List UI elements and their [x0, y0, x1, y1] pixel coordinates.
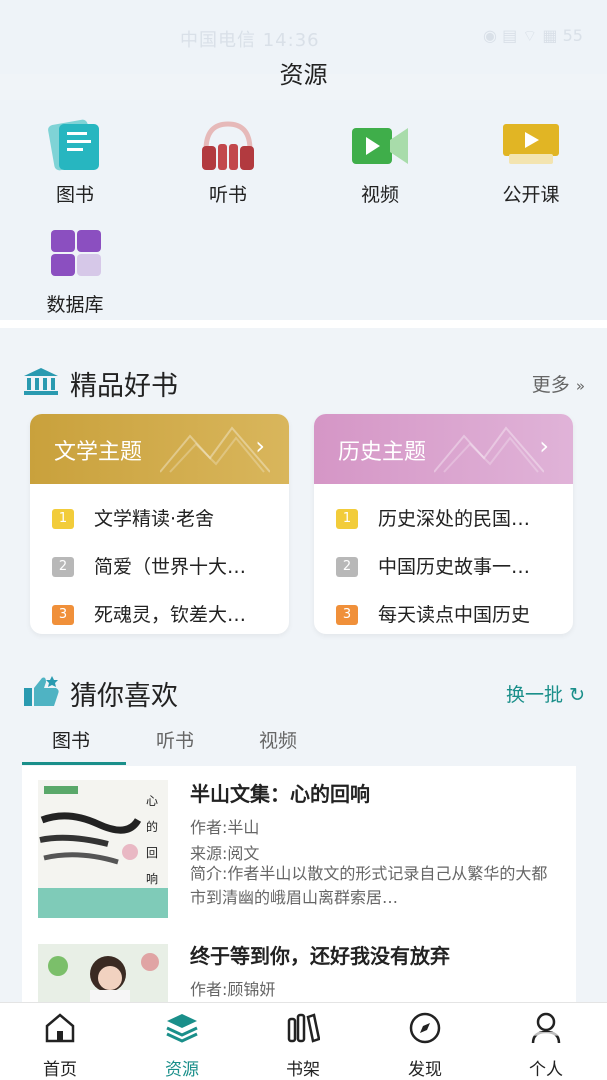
nav-label: 首页: [43, 1060, 77, 1080]
guess-header: 猜你喜欢 换一批 ↻: [22, 672, 585, 712]
nav-home[interactable]: 首页: [20, 1011, 100, 1080]
list-item[interactable]: 1 文学精读·老舍: [52, 504, 282, 534]
resource-item-audiobooks[interactable]: 听书: [173, 118, 283, 207]
refresh-button[interactable]: 换一批 ↻: [506, 680, 585, 707]
status-icons: ◉ ▤ ⌔ ▦ 55: [483, 26, 583, 45]
video-icon: [350, 118, 410, 174]
nav-label: 发现: [408, 1060, 442, 1080]
rank-badge: 2: [336, 557, 358, 577]
book-description: 简介:作者半山以散文的形式记录自己从繁华的大都市到清幽的峨眉山离群索居…: [190, 864, 548, 907]
list-item-text: 死魂灵，钦差大…: [94, 604, 247, 626]
book-item[interactable]: 终于等到你，还好我没有放弃 作者:顾锦妍: [22, 936, 576, 1006]
list-item[interactable]: 3 死魂灵，钦差大…: [52, 600, 282, 630]
book-cover-title: 心的回响: [146, 794, 159, 886]
theme-card-title: 文学主题: [54, 440, 143, 465]
list-item-text: 中国历史故事一…: [378, 556, 531, 578]
tab-videos[interactable]: 视频: [259, 726, 297, 753]
book-source: 来源:阅文: [190, 844, 260, 863]
resource-label: 听书: [208, 184, 247, 206]
list-item[interactable]: 2 简爱（世界十大…: [52, 552, 282, 582]
resource-item-database[interactable]: 数据库: [20, 228, 130, 317]
book-cover: [38, 944, 168, 1006]
featured-title: 精品好书: [70, 371, 178, 402]
resource-label: 图书: [55, 184, 94, 206]
compass-icon: [408, 1011, 442, 1045]
theme-card-literature[interactable]: 文学主题 › 1 文学精读·老舍 2 简爱（世界十大… 3 死魂灵，钦差大…: [30, 414, 289, 634]
page-title: 资源: [279, 61, 328, 89]
guess-title: 猜你喜欢: [70, 681, 178, 712]
list-item[interactable]: 3 每天读点中国历史: [336, 600, 566, 630]
open-course-icon: [501, 118, 561, 174]
theme-card-header[interactable]: 历史主题 ›: [314, 414, 573, 484]
chevron-right-icon: ›: [539, 432, 549, 460]
rank-badge: 3: [336, 605, 358, 625]
resource-label: 数据库: [46, 294, 104, 316]
more-label: 更多: [531, 374, 570, 396]
resource-label: 视频: [360, 184, 399, 206]
nav-label: 资源: [165, 1060, 199, 1080]
database-icon: [45, 228, 105, 284]
bookshelf-icon: [286, 1011, 321, 1045]
rank-badge: 3: [52, 605, 74, 625]
resource-grid: 图书 听书 视频 公开课 数据库: [0, 100, 607, 320]
theme-card-title: 历史主题: [338, 440, 427, 465]
book-cover: 心的回响: [38, 780, 168, 918]
book-author: 作者:顾锦妍: [190, 980, 276, 999]
book-author: 作者:半山: [190, 818, 260, 837]
featured-header: 精品好书 更多 »: [22, 362, 585, 402]
nav-bookshelf[interactable]: 书架: [263, 1011, 343, 1080]
nav-label: 书架: [286, 1060, 320, 1080]
resource-item-open-courses[interactable]: 公开课: [476, 118, 586, 207]
library-icon: [22, 366, 60, 400]
refresh-label: 换一批: [506, 684, 564, 706]
rank-badge: 2: [52, 557, 74, 577]
nav-resources[interactable]: 资源: [142, 1011, 222, 1080]
theme-card-header[interactable]: 文学主题 ›: [30, 414, 289, 484]
nav-discover[interactable]: 发现: [385, 1011, 465, 1080]
list-item[interactable]: 2 中国历史故事一…: [336, 552, 566, 582]
rank-badge: 1: [336, 509, 358, 529]
tab-books[interactable]: 图书: [52, 726, 90, 753]
theme-card-history[interactable]: 历史主题 › 1 历史深处的民国… 2 中国历史故事一… 3 每天读点中国历史: [314, 414, 573, 634]
home-icon: [43, 1011, 77, 1045]
active-tab-indicator: [22, 762, 126, 765]
headphones-icon: [198, 118, 258, 174]
book-icon: [45, 118, 105, 174]
tab-audiobooks[interactable]: 听书: [156, 726, 194, 753]
book-title: 终于等到你，还好我没有放弃: [190, 944, 450, 968]
refresh-icon: ↻: [569, 684, 585, 706]
mountain-decoration: [160, 426, 270, 473]
content-tabs: 图书 听书 视频: [22, 722, 585, 766]
rank-badge: 1: [52, 509, 74, 529]
list-item-text: 文学精读·老舍: [94, 508, 215, 530]
book-list: 心的回响 半山文集：心的回响 作者:半山 来源:阅文 简介:作者半山以散文的形式…: [22, 766, 576, 1006]
thumbs-up-icon: [22, 674, 62, 712]
status-carrier-time: 中国电信 14:36: [180, 30, 320, 51]
watermark: KK下载: [478, 1028, 599, 1068]
chevron-double-icon: »: [575, 377, 585, 395]
section-divider: [0, 320, 607, 328]
resource-item-books[interactable]: 图书: [20, 118, 130, 207]
list-item-text: 简爱（世界十大…: [94, 556, 247, 578]
resource-item-videos[interactable]: 视频: [325, 118, 435, 207]
chevron-right-icon: ›: [255, 432, 265, 460]
book-title: 半山文集：心的回响: [190, 782, 370, 806]
book-item[interactable]: 心的回响 半山文集：心的回响 作者:半山 来源:阅文 简介:作者半山以散文的形式…: [22, 766, 576, 936]
mountain-decoration: [434, 426, 544, 473]
list-item[interactable]: 1 历史深处的民国…: [336, 504, 566, 534]
list-item-text: 历史深处的民国…: [378, 508, 531, 530]
list-item-text: 每天读点中国历史: [378, 604, 531, 626]
more-link[interactable]: 更多 »: [532, 370, 585, 397]
resource-label: 公开课: [502, 184, 560, 206]
layers-icon: [165, 1011, 199, 1045]
